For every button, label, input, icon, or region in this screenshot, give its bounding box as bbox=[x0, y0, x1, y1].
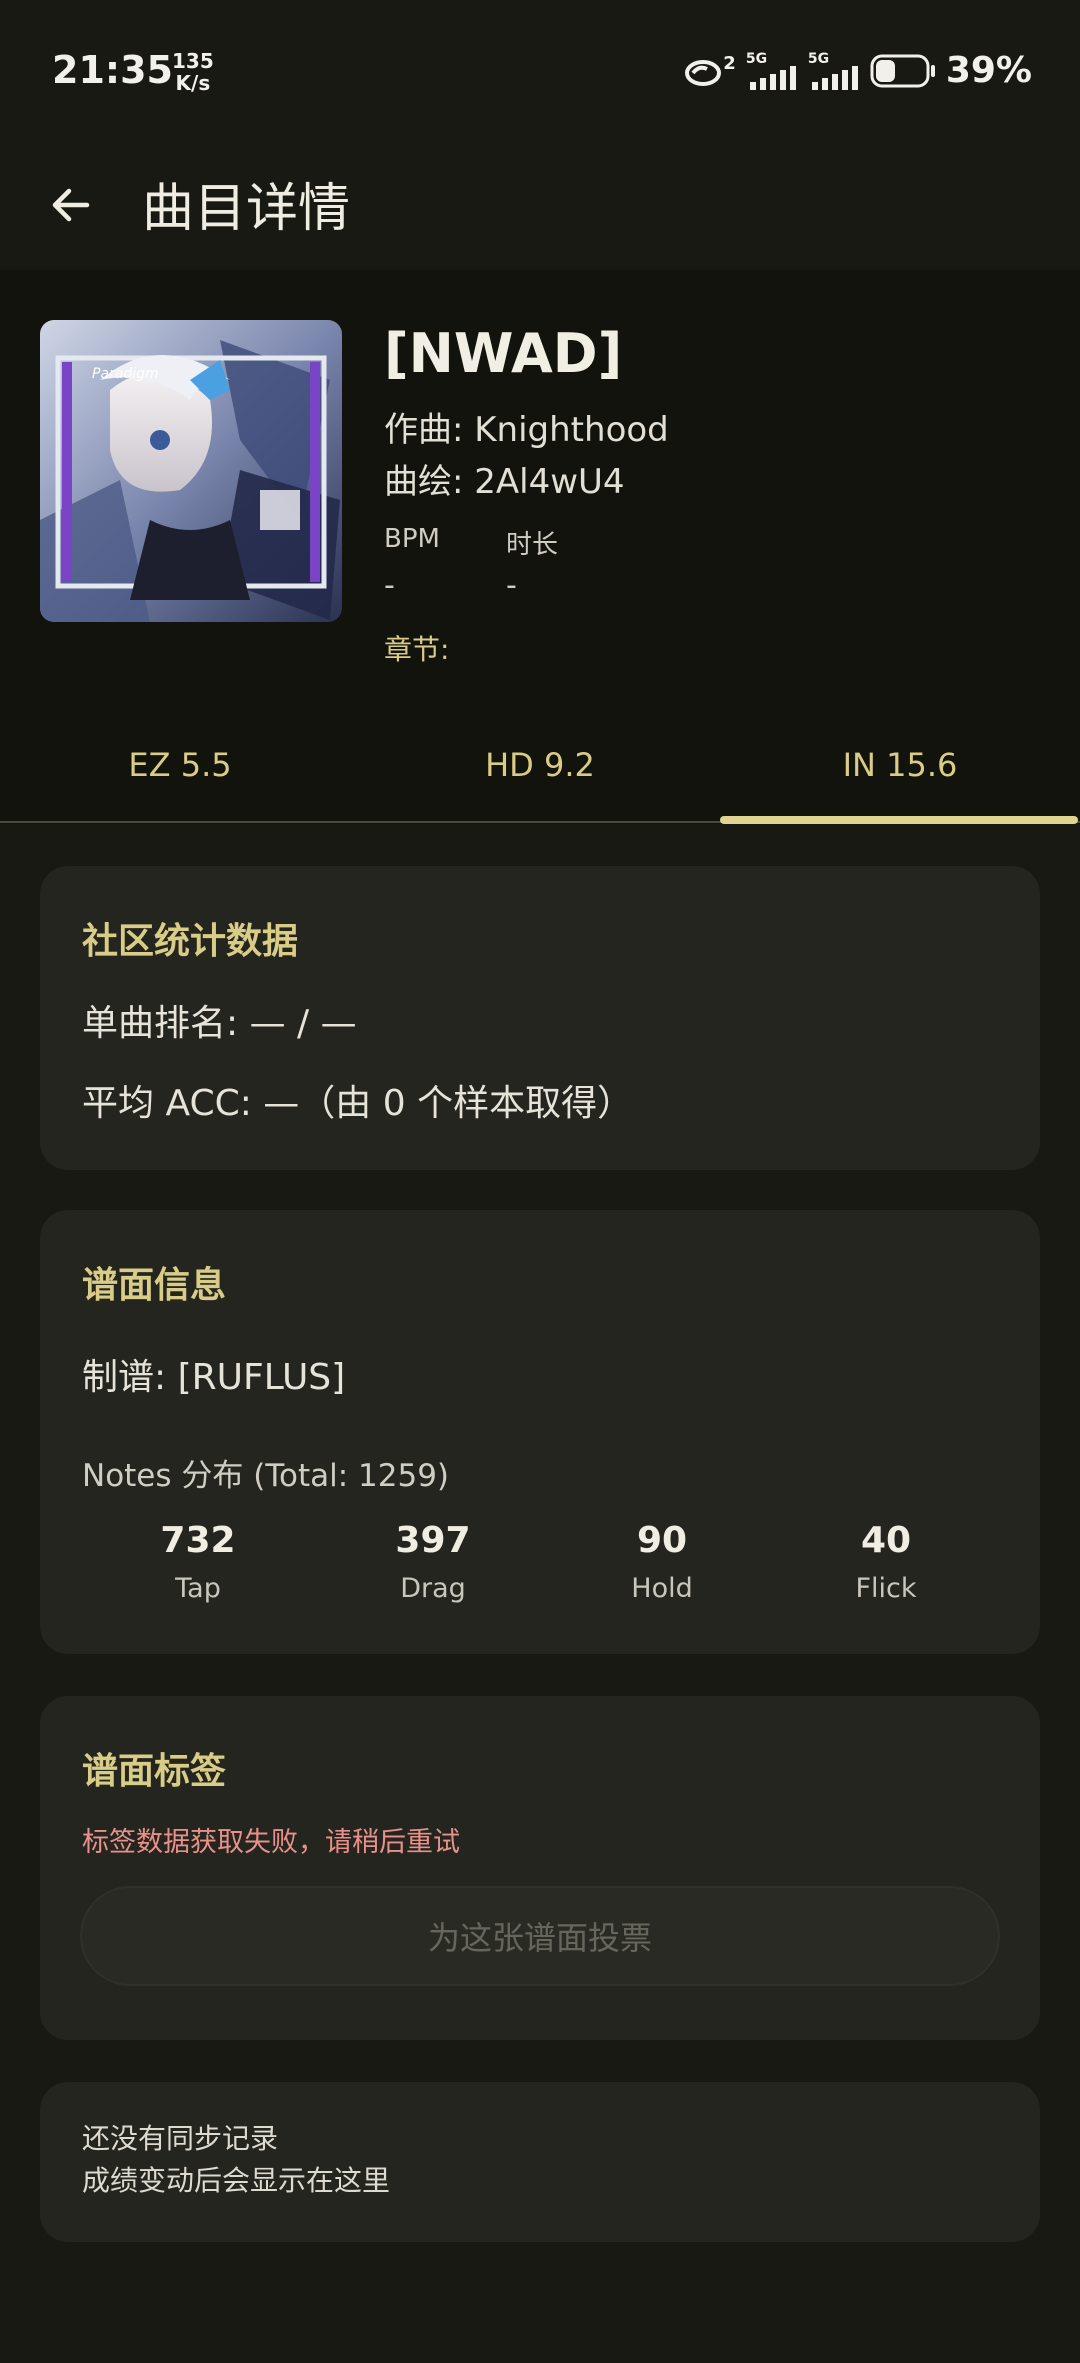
chart-tags-card: 谱面标签 标签数据获取失败，请稍后重试 为这张谱面投票 bbox=[40, 1696, 1040, 2040]
notes-flick-count: 40 bbox=[860, 1520, 912, 1561]
tab-selected-indicator bbox=[720, 816, 1078, 824]
composer: 作曲: Knighthood bbox=[384, 410, 669, 450]
chart-tags-title: 谱面标签 bbox=[82, 1751, 227, 1792]
chart-info-title: 谱面信息 bbox=[82, 1265, 227, 1306]
network-speed-unit: K/s bbox=[175, 71, 211, 95]
sim2-network-type: 5G bbox=[807, 50, 830, 67]
duration-label: 时长 bbox=[506, 530, 559, 560]
notes-drag-label: Drag bbox=[400, 1573, 466, 1604]
chart-info-card: 谱面信息 制谱: [RUFLUS] Notes 分布 (Total: 1259)… bbox=[40, 1210, 1040, 1654]
community-stats-card: 社区统计数据 单曲排名: — / — 平均 ACC: —（由 0 个样本取得） bbox=[40, 866, 1040, 1170]
cover-caption: Paradigm bbox=[92, 366, 159, 382]
song-cover-art[interactable]: Paradigm bbox=[40, 320, 342, 622]
signal-sim1-icon: 5G bbox=[746, 52, 798, 90]
difficulty-tabs: EZ 5.5 HD 9.2 IN 15.6 bbox=[0, 710, 1080, 824]
app-bar: 曲目详情 bbox=[0, 140, 1080, 270]
bpm-value: - bbox=[384, 568, 395, 603]
hd-voice-badge: 2 bbox=[723, 52, 736, 74]
song-header: Paradigm [NWAD] 作曲: Knighthood 曲绘: 2Al4w… bbox=[0, 270, 1080, 710]
illustrator: 曲绘: 2Al4wU4 bbox=[384, 462, 625, 502]
tags-error-message: 标签数据获取失败，请稍后重试 bbox=[82, 1827, 460, 1858]
notes-drag-count: 397 bbox=[395, 1520, 471, 1561]
tab-hd[interactable]: HD 9.2 bbox=[360, 710, 720, 820]
network-speed: 135 K/s bbox=[172, 50, 214, 94]
notes-hold: 90 Hold bbox=[562, 1520, 762, 1604]
bpm-label: BPM bbox=[384, 524, 440, 554]
notes-distribution-heading: Notes 分布 (Total: 1259) bbox=[82, 1458, 450, 1494]
tab-ez[interactable]: EZ 5.5 bbox=[0, 710, 360, 820]
notes-hold-count: 90 bbox=[636, 1520, 688, 1561]
network-speed-value: 135 bbox=[172, 49, 214, 73]
battery-icon bbox=[870, 54, 936, 88]
notes-tap-label: Tap bbox=[175, 1573, 221, 1604]
average-acc: 平均 ACC: —（由 0 个样本取得） bbox=[82, 1083, 634, 1124]
notes-tap: 732 Tap bbox=[98, 1520, 298, 1604]
duration-value: - bbox=[506, 568, 517, 603]
status-bar: 21:35 135 K/s 2 5G 5G 39% bbox=[0, 0, 1080, 140]
sync-empty-line1: 还没有同步记录 bbox=[82, 2122, 279, 2155]
notes-tap-count: 732 bbox=[160, 1520, 236, 1561]
sync-empty-line2: 成绩变动后会显示在这里 bbox=[82, 2164, 391, 2197]
signal-sim2-icon: 5G bbox=[808, 52, 860, 90]
sync-record-card: 还没有同步记录 成绩变动后会显示在这里 bbox=[40, 2082, 1040, 2242]
vote-chart-button[interactable]: 为这张谱面投票 bbox=[80, 1886, 1000, 1986]
notes-flick-label: Flick bbox=[855, 1573, 917, 1604]
hd-voice-icon: 2 bbox=[683, 53, 736, 89]
chapter-label: 章节: bbox=[384, 633, 450, 666]
notes-flick: 40 Flick bbox=[786, 1520, 986, 1604]
page-title: 曲目详情 bbox=[142, 179, 351, 239]
song-title: [NWAD] bbox=[384, 322, 623, 385]
community-stats-title: 社区统计数据 bbox=[82, 921, 299, 962]
notes-drag: 397 Drag bbox=[333, 1520, 533, 1604]
back-button[interactable] bbox=[36, 170, 106, 240]
notes-hold-label: Hold bbox=[631, 1573, 693, 1604]
tab-in[interactable]: IN 15.6 bbox=[720, 710, 1080, 820]
battery-percent: 39% bbox=[945, 50, 1032, 91]
status-time: 21:35 bbox=[52, 48, 173, 92]
song-rank: 单曲排名: — / — bbox=[82, 1003, 357, 1044]
status-icons: 2 5G 5G 39% bbox=[683, 50, 1032, 91]
charter: 制谱: [RUFLUS] bbox=[82, 1357, 346, 1398]
arrow-left-icon bbox=[52, 188, 90, 222]
detail-content: 社区统计数据 单曲排名: — / — 平均 ACC: —（由 0 个样本取得） … bbox=[0, 824, 1080, 2363]
sim1-network-type: 5G bbox=[745, 50, 768, 67]
